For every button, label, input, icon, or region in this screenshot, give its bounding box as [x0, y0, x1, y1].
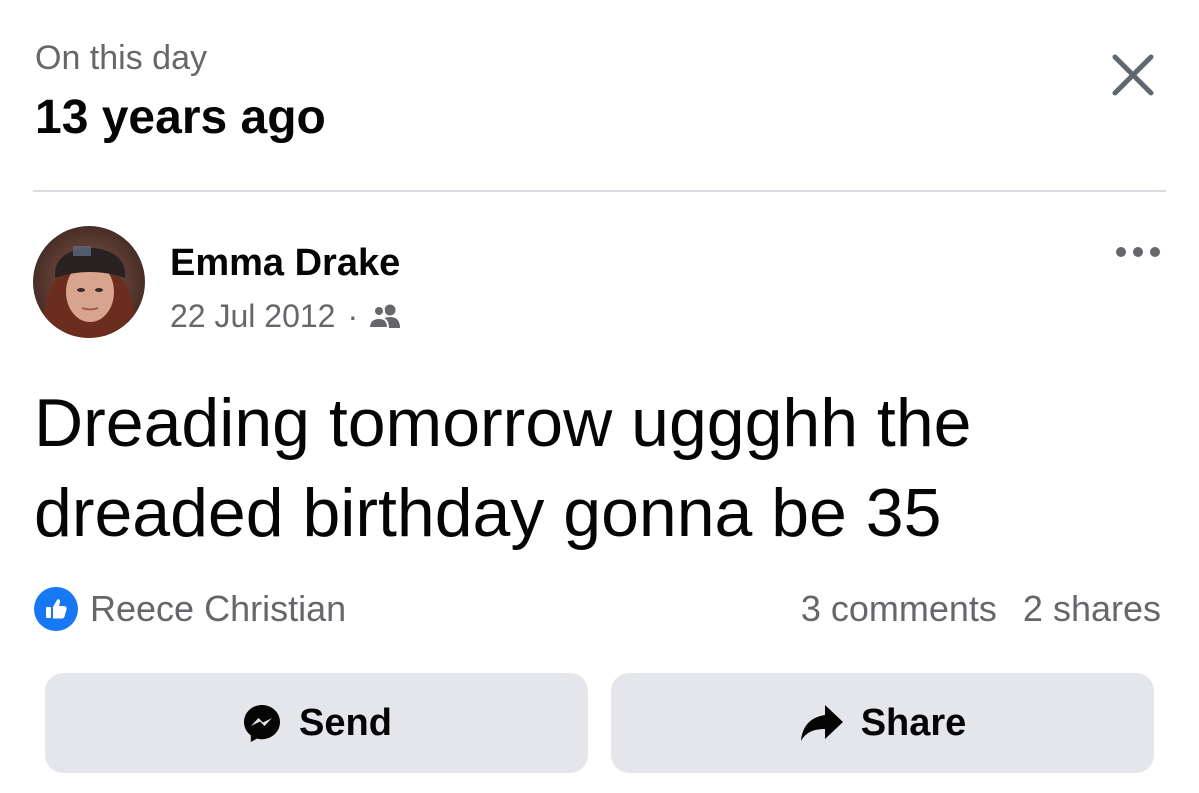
- send-button[interactable]: Send: [45, 673, 588, 773]
- friends-icon[interactable]: [368, 302, 402, 330]
- share-button[interactable]: Share: [611, 673, 1154, 773]
- avatar-image: [33, 226, 145, 338]
- more-options-button[interactable]: [1108, 234, 1168, 270]
- share-arrow-icon: [799, 703, 845, 743]
- more-icon: [1116, 247, 1160, 257]
- comments-count[interactable]: 3 comments: [801, 588, 997, 630]
- like-icon: [34, 587, 78, 631]
- author-name[interactable]: Emma Drake: [170, 240, 400, 286]
- avatar[interactable]: [33, 226, 145, 338]
- post-text: Dreading tomorrow uggghh the dreaded bir…: [34, 385, 972, 551]
- engagement-counts: 3 comments 2 shares: [801, 586, 1161, 632]
- messenger-icon: [241, 702, 283, 744]
- meta-separator: ·: [347, 297, 359, 334]
- header-divider: [33, 190, 1166, 192]
- close-button[interactable]: [1098, 40, 1168, 110]
- memory-subtitle: On this day: [35, 39, 207, 77]
- send-label: Send: [299, 701, 392, 744]
- post-meta: 22 Jul 2012 ·: [170, 294, 402, 338]
- reactions-summary[interactable]: Reece Christian: [34, 586, 346, 632]
- close-icon: [1112, 54, 1154, 96]
- share-label: Share: [860, 701, 967, 744]
- reaction-names: Reece Christian: [90, 588, 347, 629]
- memory-title: 13 years ago: [35, 91, 326, 144]
- shares-count[interactable]: 2 shares: [1023, 588, 1161, 630]
- post-date[interactable]: 22 Jul 2012: [170, 298, 335, 335]
